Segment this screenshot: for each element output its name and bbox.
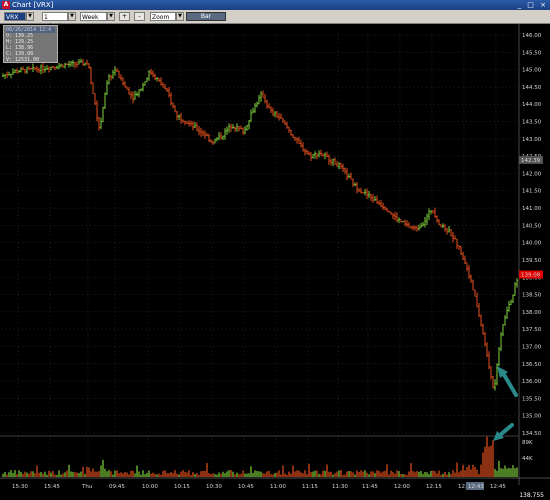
- price-tick-label: 141.00: [522, 206, 542, 212]
- title-bar: A Chart [VRX] _ □ ×: [0, 0, 550, 10]
- price-tick-label: 135.00: [522, 414, 542, 420]
- info-volume: V: 12531.00: [6, 57, 40, 63]
- chart-window: A Chart [VRX] _ □ × VRX ▼ 1 minute ▼ Wee…: [0, 0, 550, 500]
- volume-tick-label: 44K: [522, 456, 533, 462]
- marker-price-label: 142.39: [521, 158, 541, 164]
- time-tick-label: 15:30: [12, 484, 28, 490]
- price-readout: 138.755: [519, 492, 544, 499]
- price-tick-label: 134.50: [522, 431, 542, 437]
- price-tick-label: 144.50: [522, 85, 542, 91]
- bar-type-button[interactable]: Bar: [186, 12, 226, 21]
- price-tick-label: 138.50: [522, 293, 542, 299]
- zoom-select[interactable]: Zoom: [150, 12, 176, 21]
- volume-tick-label: 89K: [522, 440, 533, 446]
- time-tick-label: 10:15: [174, 484, 190, 490]
- range-select[interactable]: Week: [80, 12, 107, 21]
- window-controls[interactable]: _ □ ×: [518, 0, 548, 10]
- price-tick-label: 140.50: [522, 223, 542, 229]
- time-tick-label: 09:45: [109, 484, 125, 490]
- price-tick-label: 136.00: [522, 379, 542, 385]
- price-tick-label: 142.00: [522, 171, 542, 177]
- price-tick-label: 145.00: [522, 68, 542, 74]
- time-tick-label: 10:00: [142, 484, 158, 490]
- interval-select[interactable]: 1 minute: [42, 12, 68, 30]
- price-tick-label: 143.00: [522, 137, 542, 143]
- zoom-out-button[interactable]: -: [134, 12, 145, 21]
- price-tick-label: 140.00: [522, 241, 542, 247]
- cursor-time-label: 12:43: [468, 484, 484, 490]
- time-tick-label: 11:45: [362, 484, 378, 490]
- symbol-input[interactable]: VRX: [4, 12, 26, 21]
- time-tick-label: 12:15: [426, 484, 442, 490]
- interval-dropdown-icon[interactable]: ▼: [68, 12, 76, 21]
- price-tick-label: 139.50: [522, 258, 542, 264]
- price-tick-label: 137.50: [522, 327, 542, 333]
- price-tick-label: 145.50: [522, 50, 542, 56]
- time-tick-label: 10:45: [238, 484, 254, 490]
- time-tick-label: 10:30: [206, 484, 222, 490]
- time-tick-label: 15:45: [44, 484, 60, 490]
- time-tick-label: 11:00: [270, 484, 286, 490]
- time-tick-label: 11:30: [332, 484, 348, 490]
- price-tick-label: 144.00: [522, 102, 542, 108]
- price-tick-label: 136.50: [522, 362, 542, 368]
- annotation-arrow-upper: [501, 371, 518, 397]
- chart-toolbar: VRX ▼ 1 minute ▼ Week ▼ + - Zoom ▼ Bar: [0, 10, 550, 30]
- price-tick-label: 135.50: [522, 396, 542, 402]
- zoom-in-button[interactable]: +: [119, 12, 130, 21]
- time-tick-label: 11:15: [302, 484, 318, 490]
- current-price-label: 139.08: [521, 272, 541, 278]
- ohlc-info-box: 08/26/2014 12:4 O: 139.25 H: 139.25 L: 1…: [3, 25, 58, 63]
- app-icon: A: [2, 1, 10, 9]
- annotation-arrow-lower: [498, 423, 514, 437]
- time-tick-label: Thu: [81, 484, 92, 490]
- time-tick-label: 12:45: [490, 484, 506, 490]
- price-tick-label: 143.50: [522, 120, 542, 126]
- price-tick-label: 146.00: [522, 33, 542, 39]
- symbol-dropdown-icon[interactable]: ▼: [26, 12, 34, 21]
- range-dropdown-icon[interactable]: ▼: [107, 12, 115, 21]
- window-title: Chart [VRX]: [12, 1, 54, 9]
- price-tick-label: 141.50: [522, 189, 542, 195]
- price-tick-label: 138.00: [522, 310, 542, 316]
- price-chart[interactable]: 146.00 145.50 145.00 144.50 144.00 143.50 143.…: [0, 23, 550, 500]
- time-tick-label: 12:00: [394, 484, 410, 490]
- zoom-dropdown-icon[interactable]: ▼: [176, 12, 184, 21]
- price-tick-label: 137.00: [522, 344, 542, 350]
